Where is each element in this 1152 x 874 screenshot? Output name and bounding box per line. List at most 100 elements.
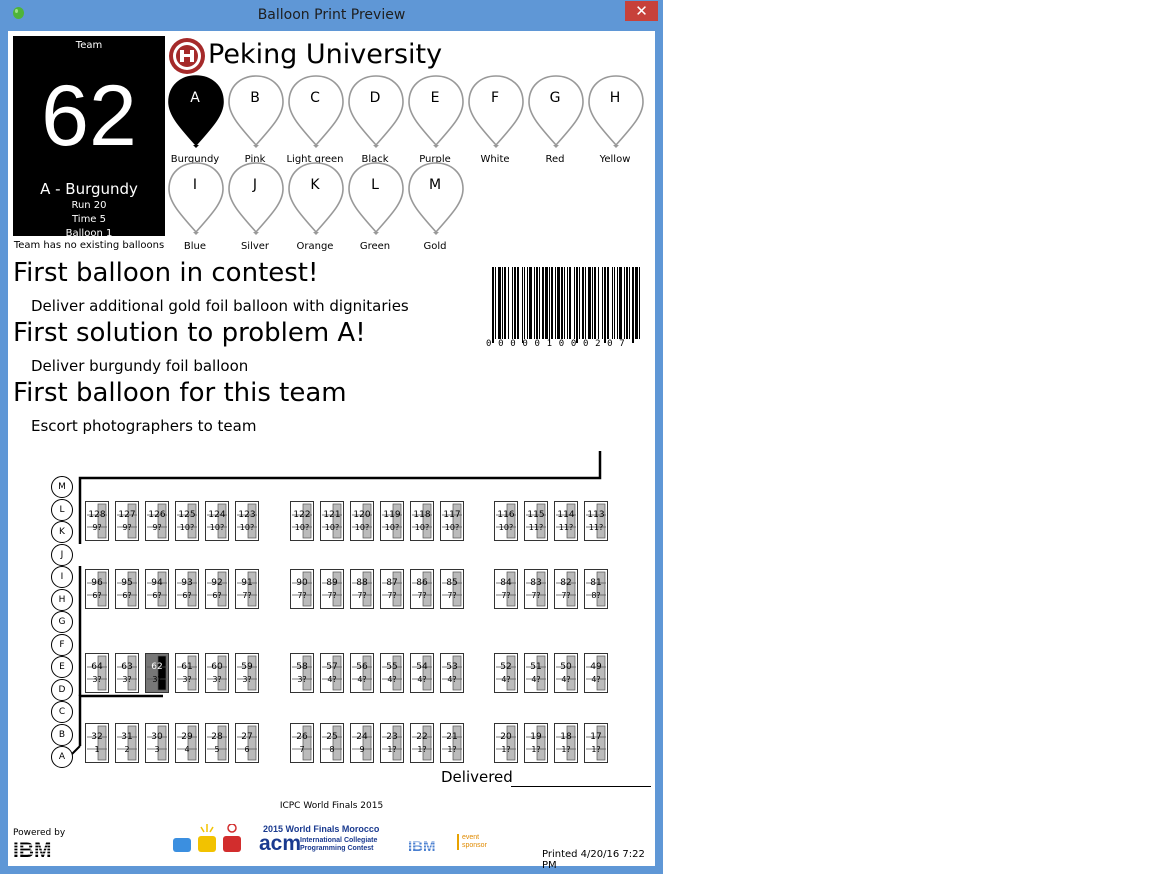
seat-rank: 7? — [417, 591, 427, 600]
team-seat[interactable]: 121 10? — [320, 501, 344, 541]
desk-icon — [410, 501, 434, 541]
team-seat[interactable]: 29 4 — [175, 723, 199, 763]
desk-icon — [350, 501, 374, 541]
barcode-bar — [579, 267, 580, 339]
team-seat[interactable]: 91 7? — [235, 569, 259, 609]
team-seat[interactable]: 96 6? — [85, 569, 109, 609]
team-seat[interactable]: 18 1? — [554, 723, 578, 763]
team-seat[interactable]: 28 5 — [205, 723, 229, 763]
team-seat[interactable]: 56 4? — [350, 653, 374, 693]
balloon-letter: E — [430, 90, 440, 106]
team-seat[interactable]: 54 4? — [410, 653, 434, 693]
team-seat[interactable]: 52 4? — [494, 653, 518, 693]
team-seat[interactable]: 92 6? — [205, 569, 229, 609]
team-seat[interactable]: 85 7? — [440, 569, 464, 609]
balloon-letter: I — [192, 177, 198, 193]
team-seat[interactable]: 26 7 — [290, 723, 314, 763]
team-seat[interactable]: 61 3? — [175, 653, 199, 693]
team-seat[interactable]: 93 6? — [175, 569, 199, 609]
team-seat[interactable]: 119 10? — [380, 501, 404, 541]
team-seat[interactable]: 124 10? — [205, 501, 229, 541]
team-seat[interactable]: 27 6 — [235, 723, 259, 763]
team-seat[interactable]: 23 1? — [380, 723, 404, 763]
team-seat[interactable]: 81 8? — [584, 569, 608, 609]
team-seat[interactable]: 17 1? — [584, 723, 608, 763]
seat-team-number: 18 — [560, 732, 572, 742]
team-seat[interactable]: 126 9? — [145, 501, 169, 541]
desk-icon — [205, 653, 229, 693]
aisle-marker-d: D — [51, 678, 73, 701]
delivered-signature-line[interactable] — [511, 786, 651, 787]
aisle-marker-e: E — [51, 656, 73, 678]
team-seat[interactable]: 123 10? — [235, 501, 259, 541]
team-seat[interactable]: 51 4? — [524, 653, 548, 693]
team-seat[interactable]: 86 7? — [410, 569, 434, 609]
team-seat[interactable]: 19 1? — [524, 723, 548, 763]
team-seat[interactable]: 90 7? — [290, 569, 314, 609]
team-seat[interactable]: 95 6? — [115, 569, 139, 609]
team-seat[interactable]: 58 3? — [290, 653, 314, 693]
seat-team-number: 32 — [91, 732, 103, 742]
team-seat[interactable]: 118 10? — [410, 501, 434, 541]
team-seat[interactable]: 30 3 — [145, 723, 169, 763]
seat-team-number: 29 — [181, 732, 193, 742]
title-bar[interactable]: Balloon Print Preview ✕ — [0, 0, 663, 30]
desk-icon — [115, 501, 139, 541]
team-seat[interactable]: 89 7? — [320, 569, 344, 609]
team-seat[interactable]: 87 7? — [380, 569, 404, 609]
team-seat[interactable]: 22 1? — [410, 723, 434, 763]
desk-icon — [85, 653, 109, 693]
team-seat[interactable]: 25 8 — [320, 723, 344, 763]
team-seat[interactable]: 83 7? — [524, 569, 548, 609]
team-seat[interactable]: 82 7? — [554, 569, 578, 609]
desk-icon — [115, 723, 139, 763]
team-seat[interactable]: 122 10? — [290, 501, 314, 541]
team-seat[interactable]: 128 9? — [85, 501, 109, 541]
team-seat[interactable]: 49 4? — [584, 653, 608, 693]
team-seat[interactable]: 125 10? — [175, 501, 199, 541]
team-seat[interactable]: 59 3? — [235, 653, 259, 693]
team-seat[interactable]: 57 4? — [320, 653, 344, 693]
seat-rank: 7 — [299, 745, 305, 754]
team-seat[interactable]: 62 3? — [145, 653, 169, 693]
team-seat[interactable]: 113 11? — [584, 501, 608, 541]
desk-icon — [320, 569, 344, 609]
barcode-bar — [576, 267, 578, 343]
desk-icon — [320, 501, 344, 541]
team-seat[interactable]: 116 10? — [494, 501, 518, 541]
team-seat[interactable]: 50 4? — [554, 653, 578, 693]
team-seat[interactable]: 94 6? — [145, 569, 169, 609]
team-seat[interactable]: 32 1 — [85, 723, 109, 763]
seat-team-number: 52 — [500, 662, 512, 672]
barcode-bar — [564, 267, 565, 339]
team-seat[interactable]: 115 11? — [524, 501, 548, 541]
desk-icon — [235, 653, 259, 693]
team-seat[interactable]: 120 10? — [350, 501, 374, 541]
barcode-bar — [529, 267, 532, 339]
barcode-bar — [629, 267, 630, 339]
close-button[interactable]: ✕ — [625, 1, 658, 21]
team-seat[interactable]: 53 4? — [440, 653, 464, 693]
desk-icon — [145, 501, 169, 541]
team-seat[interactable]: 31 2 — [115, 723, 139, 763]
team-seat[interactable]: 20 1? — [494, 723, 518, 763]
team-seat[interactable]: 84 7? — [494, 569, 518, 609]
seat-rank: 10? — [354, 523, 370, 532]
barcode-number: 000001000207 — [486, 339, 632, 349]
seat-rank: 10? — [209, 523, 225, 532]
team-seat[interactable]: 60 3? — [205, 653, 229, 693]
team-seat[interactable]: 64 3? — [85, 653, 109, 693]
team-seat[interactable]: 88 7? — [350, 569, 374, 609]
balloon-letter: C — [310, 90, 320, 106]
team-seat[interactable]: 21 1? — [440, 723, 464, 763]
balloon-icon — [228, 162, 284, 235]
team-seat[interactable]: 127 9? — [115, 501, 139, 541]
team-seat[interactable]: 63 3? — [115, 653, 139, 693]
barcode-bar — [522, 267, 523, 343]
team-seat[interactable]: 117 10? — [440, 501, 464, 541]
team-seat[interactable]: 24 9 — [350, 723, 374, 763]
team-seat[interactable]: 114 11? — [554, 501, 578, 541]
message-detail: Deliver burgundy foil balloon — [31, 357, 249, 375]
seat-team-number: 20 — [500, 732, 512, 742]
team-seat[interactable]: 55 4? — [380, 653, 404, 693]
